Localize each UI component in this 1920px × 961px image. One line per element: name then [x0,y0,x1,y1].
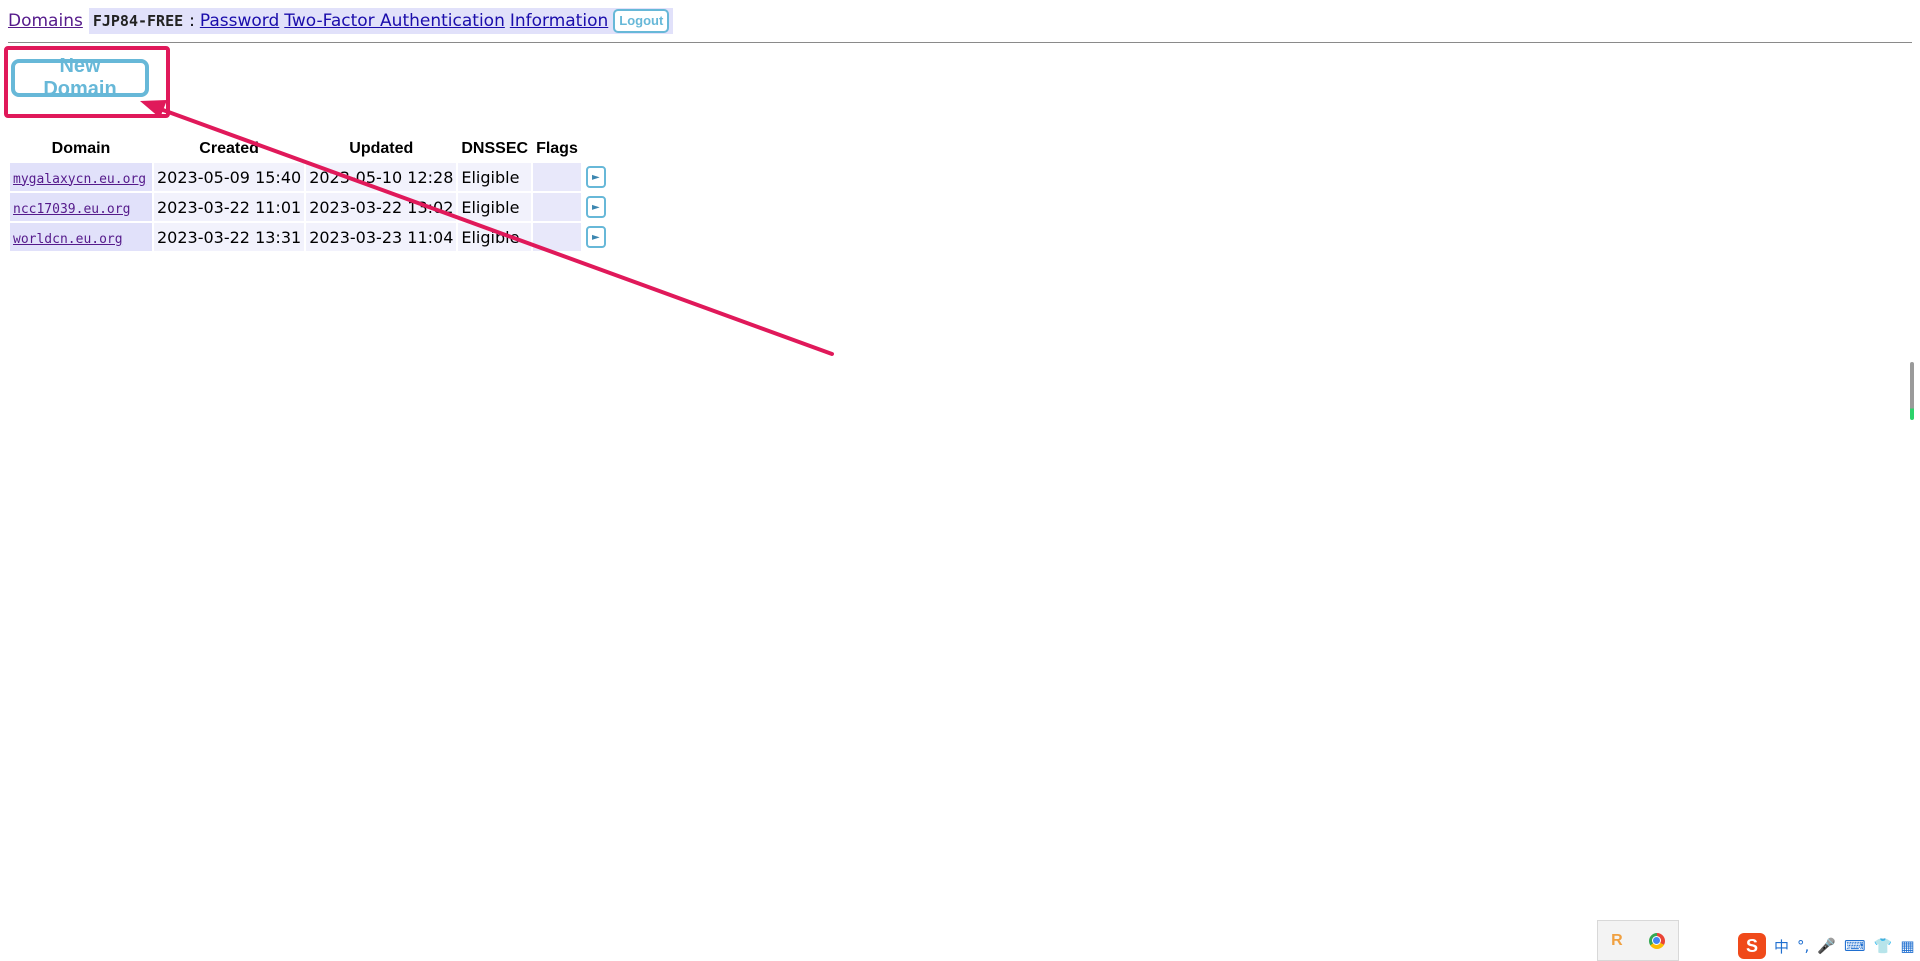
chrome-icon[interactable] [1648,932,1665,949]
table-row: mygalaxycn.eu.org 2023-05-09 15:40 2023-… [10,163,609,191]
sogou-ime-icon[interactable]: S [1738,933,1766,959]
tray-panel: R [1597,920,1679,961]
action-cell: ► [583,193,609,221]
flags-cell [533,163,581,191]
domain-cell: worldcn.eu.org [10,223,152,251]
punctuation-icon[interactable]: °, [1797,937,1809,955]
row-action-button[interactable]: ► [585,226,606,248]
header-divider [8,42,1912,43]
skin-icon[interactable]: 👕 [1874,937,1893,955]
header-updated: Updated [349,140,414,157]
handle-separator: : [189,11,195,31]
microphone-icon[interactable]: 🎤 [1817,937,1836,955]
domains-link[interactable]: Domains [8,11,83,31]
dnssec-cell: Eligible [458,223,532,251]
new-domain-button[interactable]: New Domain [11,55,149,100]
row-action-button[interactable]: ► [585,166,606,188]
row-action-button[interactable]: ► [585,196,606,218]
action-cell: ► [583,223,609,251]
ime-toolbar: S 中 °, 🎤 ⌨ 👕 ▦ [1738,931,1915,961]
updated-cell: 2023-05-10 12:28 [306,163,457,191]
flags-cell [533,193,581,221]
ime-language-toggle[interactable]: 中 [1774,936,1789,957]
arrow-right-icon: ► [592,231,600,243]
header-domain: Domain [51,140,111,157]
domain-link[interactable]: ncc17039.eu.org [13,202,130,217]
created-cell: 2023-05-09 15:40 [154,163,305,191]
table-row: ncc17039.eu.org 2023-03-22 11:01 2023-03… [10,193,609,221]
scroll-indicator [1910,362,1914,420]
header-dnssec: DNSSEC [461,140,529,157]
action-cell: ► [583,163,609,191]
arrow-head [140,100,167,118]
domains-table: Domain Created Updated DNSSEC Flags myga… [8,135,611,253]
dnssec-cell: Eligible [458,193,532,221]
created-cell: 2023-03-22 13:31 [154,223,305,251]
header-created: Created [199,140,259,157]
updated-cell: 2023-03-23 11:04 [306,223,457,251]
updated-cell: 2023-03-22 13:02 [306,193,457,221]
menu-grid-icon[interactable]: ▦ [1900,937,1914,955]
dnssec-cell: Eligible [458,163,532,191]
logout-button[interactable]: Logout [613,9,670,33]
arrow-right-icon: ► [592,201,600,213]
table-header-row: Domain Created Updated DNSSEC Flags [10,137,609,161]
header-action [583,137,609,161]
keyboard-icon[interactable]: ⌨ [1844,937,1866,955]
password-link[interactable]: Password [200,11,279,31]
two-factor-link[interactable]: Two-Factor Authentication [284,11,505,31]
arrow-right-icon: ► [592,171,600,183]
domain-link[interactable]: mygalaxycn.eu.org [13,172,146,187]
table-row: worldcn.eu.org 2023-03-22 13:31 2023-03-… [10,223,609,251]
information-link[interactable]: Information [510,11,608,31]
user-handle: FJP84-FREE [92,12,184,30]
domain-cell: mygalaxycn.eu.org [10,163,152,191]
flags-cell [533,223,581,251]
created-cell: 2023-03-22 11:01 [154,193,305,221]
header-flags: Flags [536,140,578,157]
domain-link[interactable]: worldcn.eu.org [13,232,123,247]
domain-cell: ncc17039.eu.org [10,193,152,221]
top-navigation: Domains FJP84-FREE : Password Two-Factor… [8,8,674,34]
account-nav-box: FJP84-FREE : Password Two-Factor Authent… [88,8,674,34]
tray-app-icon[interactable]: R [1611,932,1623,950]
